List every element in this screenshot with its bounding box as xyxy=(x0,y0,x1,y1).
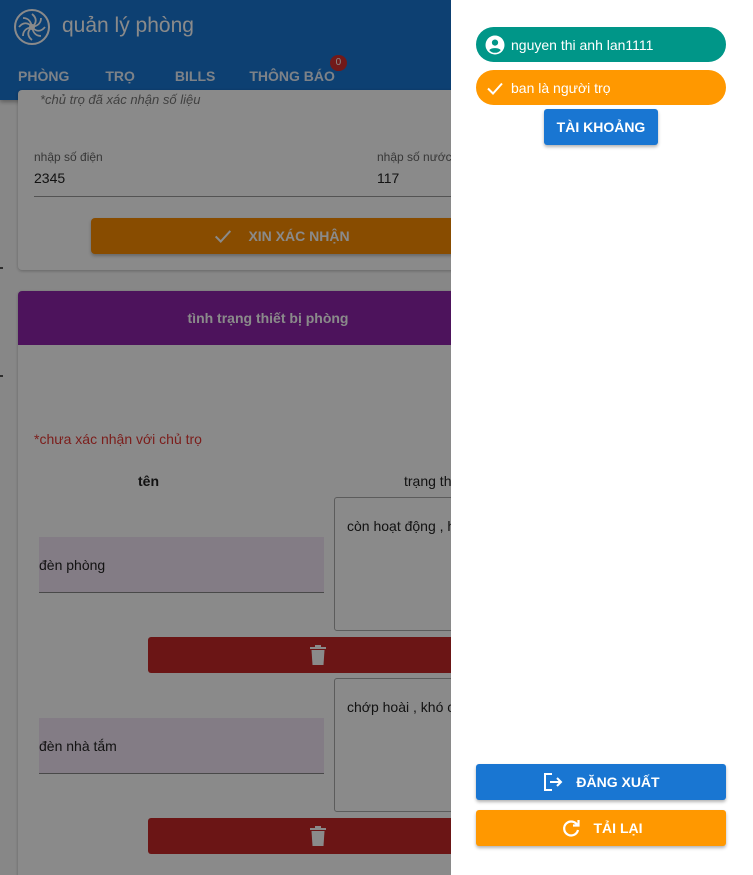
role-chip: ban là người trọ xyxy=(476,70,726,105)
logout-label: ĐĂNG XUẤT xyxy=(576,774,660,790)
role-label: ban là người trọ xyxy=(511,79,611,96)
user-chip: nguyen thi anh lan1111 xyxy=(476,27,726,62)
navigation-drawer: nguyen thi anh lan1111 ban là người trọ … xyxy=(451,0,753,875)
reload-label: TẢI LẠI xyxy=(593,820,643,836)
account-circle-icon xyxy=(485,35,505,54)
refresh-icon xyxy=(562,820,580,837)
check-icon xyxy=(487,82,503,95)
logout-button[interactable]: ĐĂNG XUẤT xyxy=(476,764,726,800)
account-button[interactable]: TÀI KHOẢNG xyxy=(544,109,658,145)
user-name: nguyen thi anh lan1111 xyxy=(511,36,654,53)
reload-button[interactable]: TẢI LẠI xyxy=(476,810,726,846)
logout-icon xyxy=(544,773,563,791)
